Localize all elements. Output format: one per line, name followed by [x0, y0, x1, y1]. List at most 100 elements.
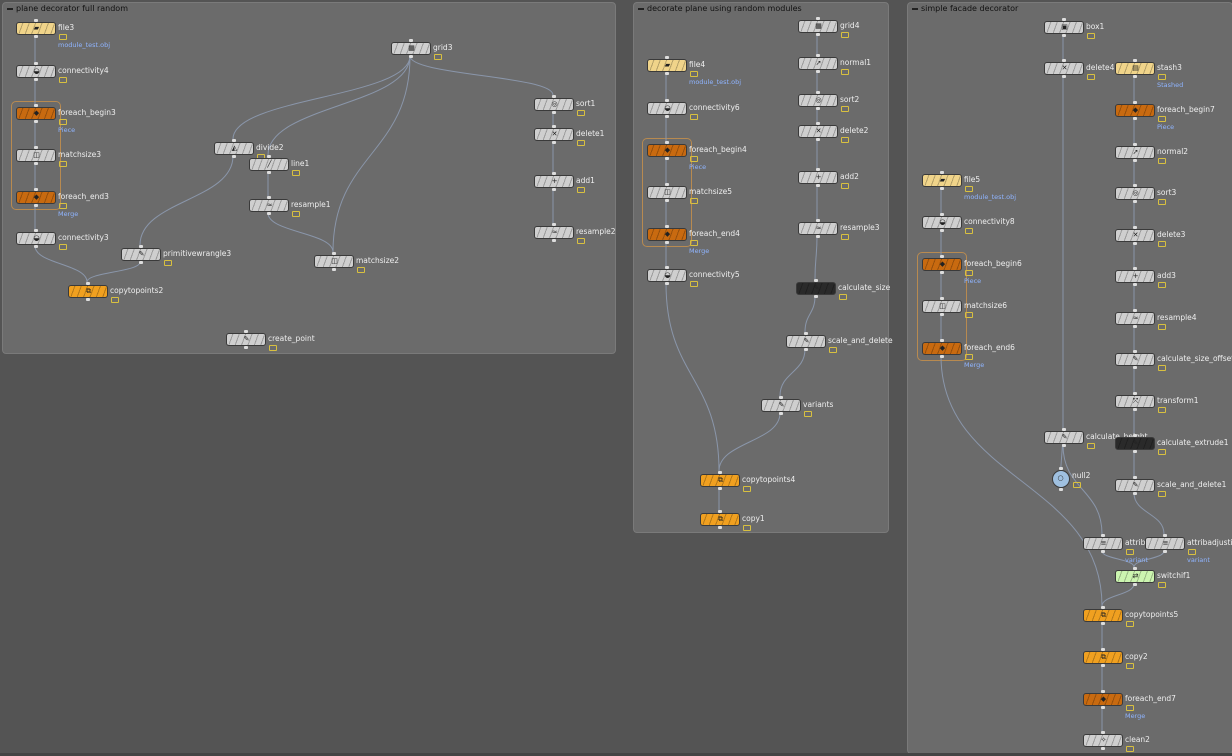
display-flag-icon[interactable] [965, 270, 973, 276]
display-flag-icon[interactable] [292, 170, 300, 176]
input-connector[interactable] [1059, 467, 1063, 470]
output-connector[interactable] [1133, 159, 1137, 162]
display-flag-icon[interactable] [1126, 705, 1134, 711]
node-connectivity6[interactable]: ◒ [647, 99, 687, 118]
input-connector[interactable] [1133, 434, 1137, 437]
display-flag-icon[interactable] [841, 69, 849, 75]
display-flag-icon[interactable] [743, 486, 751, 492]
output-connector[interactable] [409, 55, 413, 58]
wire[interactable] [267, 212, 334, 253]
node-divide2[interactable]: ◭ [214, 139, 254, 158]
display-flag-icon[interactable] [965, 312, 973, 318]
output-connector[interactable] [1062, 34, 1066, 37]
output-connector[interactable] [552, 141, 556, 144]
display-flag-icon[interactable] [1158, 116, 1166, 122]
output-connector[interactable] [665, 241, 669, 244]
node-add3[interactable]: + [1115, 267, 1155, 286]
wire[interactable] [139, 155, 234, 246]
output-connector[interactable] [665, 199, 669, 202]
display-flag-icon[interactable] [1126, 621, 1134, 627]
input-connector[interactable] [244, 330, 248, 333]
display-flag-icon[interactable] [841, 183, 849, 189]
input-connector[interactable] [1133, 101, 1137, 104]
display-flag-icon[interactable] [841, 137, 849, 143]
display-flag-icon[interactable] [839, 294, 847, 300]
output-connector[interactable] [1062, 75, 1066, 78]
display-flag-icon[interactable] [1087, 74, 1095, 80]
node-copytopoints2[interactable]: ⧉ [68, 282, 108, 301]
output-connector[interactable] [1163, 550, 1167, 553]
display-flag-icon[interactable] [1158, 491, 1166, 497]
display-flag-icon[interactable] [1158, 324, 1166, 330]
output-connector[interactable] [718, 487, 722, 490]
output-connector[interactable] [816, 235, 820, 238]
wire[interactable] [1062, 444, 1103, 535]
display-flag-icon[interactable] [1126, 663, 1134, 669]
display-flag-icon[interactable] [841, 234, 849, 240]
output-connector[interactable] [552, 239, 556, 242]
node-foreach_end3[interactable]: ◆ [16, 188, 56, 207]
output-connector[interactable] [1133, 117, 1137, 120]
output-connector[interactable] [1101, 747, 1105, 750]
output-connector[interactable] [940, 229, 944, 232]
wire[interactable] [332, 55, 411, 253]
display-flag-icon[interactable] [1158, 365, 1166, 371]
output-connector[interactable] [1133, 366, 1137, 369]
node-attribadjustint[interactable]: ≡ [1145, 534, 1185, 553]
input-connector[interactable] [1133, 267, 1137, 270]
output-connector[interactable] [1101, 622, 1105, 625]
input-connector[interactable] [665, 225, 669, 228]
display-flag-icon[interactable] [690, 240, 698, 246]
node-create_point[interactable]: ✎ [226, 330, 266, 349]
input-connector[interactable] [940, 339, 944, 342]
node-delete4[interactable]: ✕ [1044, 59, 1084, 78]
display-flag-icon[interactable] [59, 203, 67, 209]
node-connectivity8[interactable]: ◒ [922, 213, 962, 232]
input-connector[interactable] [34, 104, 38, 107]
output-connector[interactable] [1133, 492, 1137, 495]
display-flag-icon[interactable] [1087, 33, 1095, 39]
input-connector[interactable] [409, 39, 413, 42]
output-connector[interactable] [665, 157, 669, 160]
node-foreach_begin3[interactable]: ◆ [16, 104, 56, 123]
node-box1[interactable]: ▣ [1044, 18, 1084, 37]
output-connector[interactable] [940, 313, 944, 316]
output-connector[interactable] [34, 162, 38, 165]
output-connector[interactable] [332, 268, 336, 271]
node-scale_and_delete1[interactable]: ✎ [1115, 476, 1155, 495]
input-connector[interactable] [1133, 476, 1137, 479]
node-copy2[interactable]: ⧉ [1083, 648, 1123, 667]
input-connector[interactable] [267, 155, 271, 158]
display-flag-icon[interactable] [690, 156, 698, 162]
display-flag-icon[interactable] [841, 32, 849, 38]
output-connector[interactable] [814, 295, 818, 298]
node-normal1[interactable]: ➚ [798, 54, 838, 73]
input-connector[interactable] [552, 223, 556, 226]
input-connector[interactable] [816, 168, 820, 171]
node-sort2[interactable]: ◎ [798, 91, 838, 110]
display-flag-icon[interactable] [690, 198, 698, 204]
input-connector[interactable] [779, 396, 783, 399]
input-connector[interactable] [1133, 226, 1137, 229]
display-flag-icon[interactable] [59, 77, 67, 83]
output-connector[interactable] [552, 188, 556, 191]
output-connector[interactable] [34, 204, 38, 207]
display-flag-icon[interactable] [829, 347, 837, 353]
input-connector[interactable] [940, 255, 944, 258]
wire[interactable] [779, 348, 806, 397]
node-grid3[interactable]: ▦ [391, 39, 431, 58]
display-flag-icon[interactable] [743, 525, 751, 531]
node-primitivewrangle3[interactable]: ✎ [121, 245, 161, 264]
output-connector[interactable] [940, 355, 944, 358]
display-flag-icon[interactable] [965, 354, 973, 360]
output-connector[interactable] [718, 526, 722, 529]
input-connector[interactable] [1133, 309, 1137, 312]
display-flag-icon[interactable] [1158, 199, 1166, 205]
output-connector[interactable] [940, 271, 944, 274]
node-sort3[interactable]: ◎ [1115, 184, 1155, 203]
node-calculate_height[interactable]: ✎ [1044, 428, 1084, 447]
input-connector[interactable] [718, 471, 722, 474]
wire[interactable] [940, 355, 1103, 607]
display-flag-icon[interactable] [965, 228, 973, 234]
output-connector[interactable] [1133, 450, 1137, 453]
